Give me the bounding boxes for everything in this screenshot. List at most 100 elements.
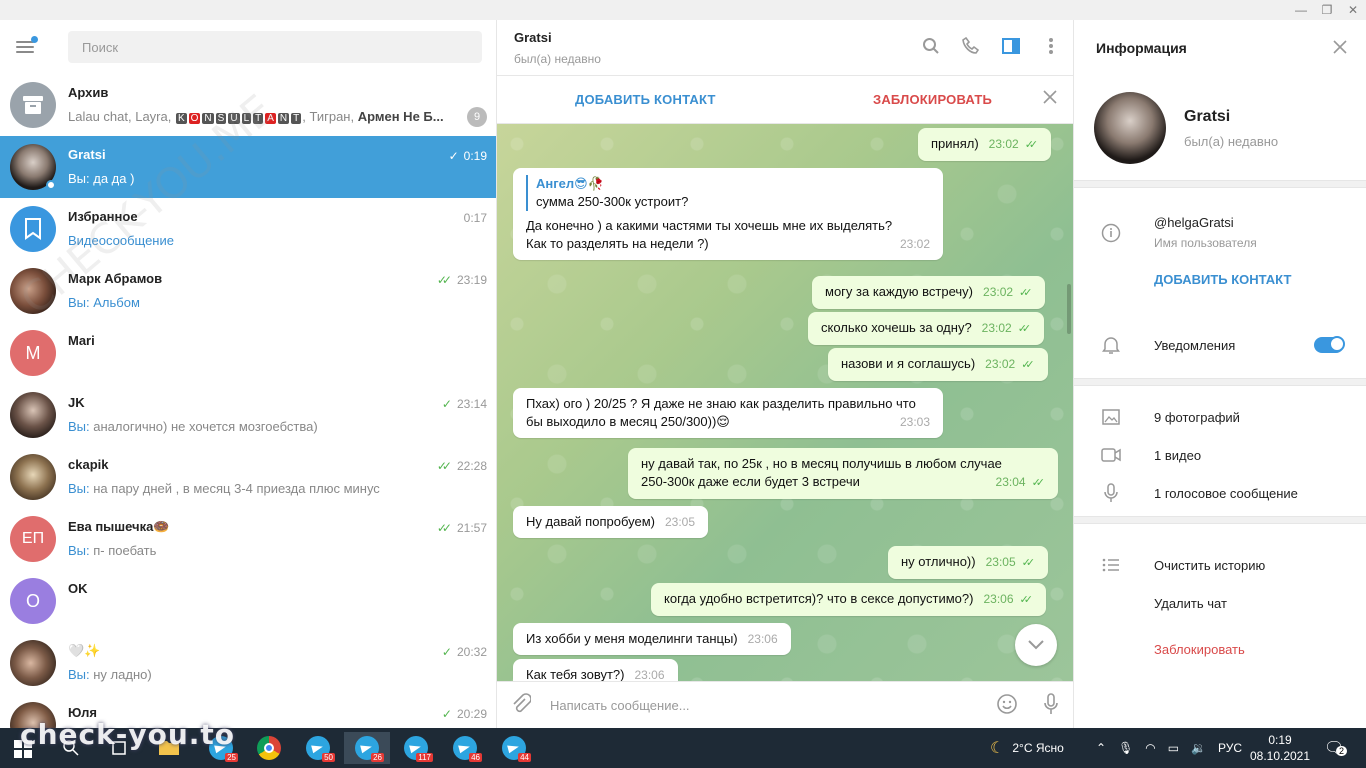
chat-item-mark[interactable]: Марк Абрамов Вы: Альбом ✓✓ 23:19: [0, 260, 496, 322]
close-icon[interactable]: [1043, 90, 1057, 107]
compose-bar: Написать сообщение...: [497, 681, 1073, 728]
telegram-taskbar-icon-active[interactable]: 26: [344, 732, 390, 764]
message-incoming[interactable]: Как тебя зовут?) 23:06: [513, 659, 678, 681]
telegram-taskbar-icon[interactable]: 50: [295, 732, 341, 764]
chevron-up-icon: ⌃: [1096, 741, 1107, 755]
bookmark-icon: [10, 206, 56, 252]
message-outgoing[interactable]: принял) 23:02 ✓✓: [918, 128, 1052, 161]
microphone-icon: 🎙: [1118, 741, 1134, 755]
minimize-button[interactable]: —: [1288, 0, 1314, 20]
message-outgoing[interactable]: сколько хочешь за одну? 23:02 ✓✓: [808, 312, 1045, 345]
avatar: ЕП: [10, 516, 56, 562]
notifications-toggle[interactable]: [1314, 336, 1345, 353]
conversation-panel: Gratsi был(а) недавно ДОБАВИТЬ КОНТАКТ З…: [497, 20, 1073, 728]
avatar: M: [10, 330, 56, 376]
avatar: [10, 640, 56, 686]
chat-item-ok[interactable]: O OK: [0, 570, 496, 632]
message-incoming[interactable]: Пхах) ого ) 20/25 ? Я даже не знаю как р…: [513, 388, 943, 438]
maximize-button[interactable]: ❐: [1314, 0, 1340, 20]
read-check-icon: ✓✓: [436, 459, 452, 473]
clock[interactable]: 0:19 08.10.2021: [1250, 728, 1310, 768]
telegram-taskbar-icon[interactable]: 46: [442, 732, 488, 764]
message-outgoing[interactable]: ну давай так, по 25к , но в месяц получи…: [628, 448, 1058, 499]
chat-item-archive[interactable]: Архив Lalau chat, Layra, KONSULTANT, Тиг…: [0, 74, 496, 136]
voice-link[interactable]: 1 голосовое сообщение: [1154, 486, 1298, 501]
block-user-button[interactable]: Заблокировать: [1154, 642, 1245, 657]
menu-icon[interactable]: [16, 36, 38, 56]
list-icon: [1100, 554, 1122, 576]
chrome-icon[interactable]: [257, 736, 281, 760]
add-contact-button[interactable]: ДОБАВИТЬ КОНТАКТ: [575, 92, 716, 107]
telegram-taskbar-icon[interactable]: 44: [491, 732, 537, 764]
more-icon[interactable]: [1039, 34, 1063, 58]
avatar: [10, 392, 56, 438]
watermark-text: check-you.to: [20, 718, 236, 751]
message-outgoing[interactable]: ну отлично)) 23:05 ✓✓: [888, 546, 1049, 579]
emoji-icon[interactable]: [996, 693, 1018, 718]
bell-icon: [1100, 334, 1122, 356]
notifications-icon[interactable]: 🗨 2: [1324, 728, 1348, 768]
message-history[interactable]: принял) 23:02 ✓✓ Ангел😎🥀 сумма 250-300к уст…: [497, 124, 1073, 681]
peer-name[interactable]: Gratsi: [514, 30, 552, 45]
archive-icon: [10, 82, 56, 128]
message-incoming[interactable]: Из хобби у меня моделинги танцы) 23:06: [513, 623, 791, 655]
reply-quote[interactable]: Ангел😎🥀 сумма 250-300к устроит?: [526, 175, 930, 211]
username-label: Имя пользователя: [1154, 236, 1257, 250]
scroll-down-button[interactable]: [1015, 624, 1057, 666]
wifi-icon: ◠: [1145, 741, 1156, 755]
read-check-icon: ✓: [448, 149, 459, 163]
phone-icon[interactable]: [959, 34, 983, 58]
sidebar-toggle-icon[interactable]: [999, 34, 1023, 58]
videos-link[interactable]: 1 видео: [1154, 448, 1201, 463]
read-check-icon: ✓: [441, 397, 452, 411]
chat-preview: Lalau chat, Layra, KONSULTANT, Тигран, А…: [68, 109, 444, 124]
notifications-label: Уведомления: [1154, 338, 1236, 353]
message-outgoing[interactable]: когда удобно встретится)? что в сексе до…: [651, 583, 1046, 616]
add-contact-button[interactable]: ДОБАВИТЬ КОНТАКТ: [1154, 272, 1291, 287]
info-title: Информация: [1096, 40, 1187, 56]
konsultant-tag: KONSULTANT: [175, 113, 302, 124]
chat-item-ckapik[interactable]: ckapik Вы: на пару дней , в месяц 3-4 пр…: [0, 446, 496, 508]
message-incoming[interactable]: Ну давай попробуем) 23:05: [513, 506, 708, 538]
clear-history-button[interactable]: Очистить историю: [1154, 558, 1265, 573]
photos-link[interactable]: 9 фотографий: [1154, 410, 1240, 425]
profile-status: был(а) недавно: [1184, 134, 1279, 149]
photo-icon: [1100, 406, 1122, 428]
avatar: [10, 268, 56, 314]
attach-icon[interactable]: [511, 692, 532, 718]
telegram-taskbar-icon[interactable]: 117: [393, 732, 439, 764]
chat-item-heart[interactable]: 🤍✨ Вы: ну ладно) ✓ 20:32: [0, 632, 496, 694]
username[interactable]: @helgaGratsi: [1154, 215, 1234, 230]
block-button[interactable]: ЗАБЛОКИРОВАТЬ: [873, 92, 992, 107]
profile-avatar[interactable]: [1094, 92, 1166, 164]
peer-status: был(а) недавно: [514, 52, 601, 66]
search-icon[interactable]: [919, 34, 943, 58]
close-window-button[interactable]: ✕: [1340, 0, 1366, 20]
chat-item-gratsi[interactable]: Gratsi Вы: да да ) ✓ 0:19: [0, 136, 496, 198]
weather-widget[interactable]: ☾ 2°C Ясно: [990, 728, 1064, 768]
close-icon[interactable]: [1333, 40, 1347, 57]
language-indicator[interactable]: РУС: [1218, 728, 1242, 768]
search-input[interactable]: Поиск: [68, 31, 482, 63]
unread-badge: 9: [467, 107, 487, 127]
chat-item-jk[interactable]: JK Вы: аналогично) не хочется мозгоебств…: [0, 384, 496, 446]
message-outgoing[interactable]: назови и я соглашусь) 23:02 ✓✓: [828, 348, 1048, 381]
delete-chat-button[interactable]: Удалить чат: [1154, 596, 1227, 611]
message-outgoing[interactable]: могу за каждую встречу) 23:02 ✓✓: [812, 276, 1046, 309]
microphone-icon[interactable]: [1043, 692, 1059, 718]
conversation-header[interactable]: Gratsi был(а) недавно: [497, 20, 1073, 76]
info-icon: [1100, 222, 1122, 244]
system-tray[interactable]: ⌃ 🎙 ◠ ▭ 🔉: [1096, 728, 1206, 768]
chat-list-panel: Поиск Архив Lalau chat, Layra, KONSULTAN…: [0, 20, 497, 728]
chat-item-mari[interactable]: M Mari: [0, 322, 496, 384]
message-input[interactable]: Написать сообщение...: [550, 698, 690, 713]
chat-item-saved[interactable]: Избранное Видеосообщение 0:17: [0, 198, 496, 260]
avatar: [10, 454, 56, 500]
message-incoming[interactable]: Ангел😎🥀 сумма 250-300к устроит? Да конечн…: [513, 168, 943, 260]
moon-icon: ☾: [990, 740, 1005, 757]
scrollbar[interactable]: [1067, 284, 1071, 334]
chat-item-eva[interactable]: ЕП Ева пышечка🍩 Вы: п- поебать ✓✓ 21:57: [0, 508, 496, 570]
video-icon: [1100, 444, 1122, 466]
profile-name: Gratsi: [1184, 108, 1231, 125]
chat-name: Архив: [68, 85, 109, 100]
